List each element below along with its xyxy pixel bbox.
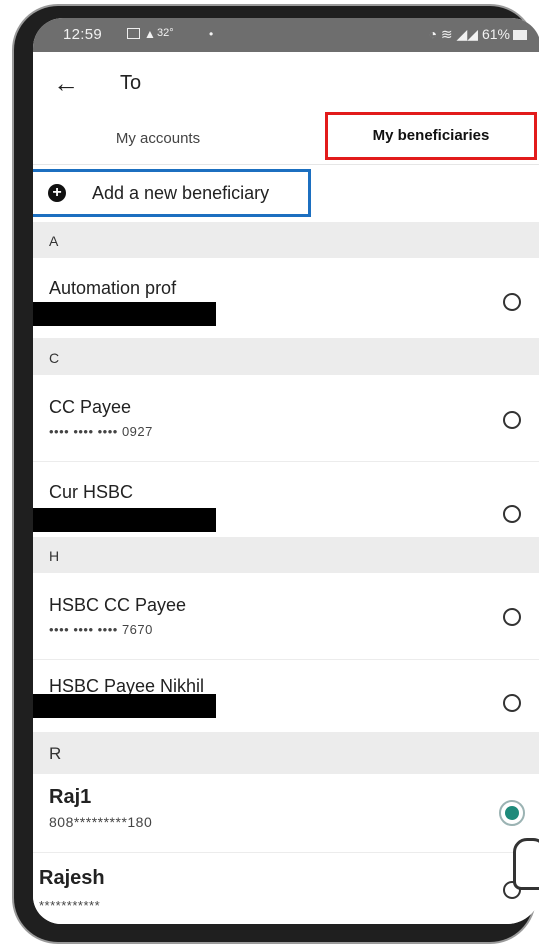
add-new-beneficiary-label: Add a new beneficiary — [92, 183, 270, 203]
tab-bar: My accounts My beneficiaries — [33, 112, 539, 165]
beneficiary-name: CC Payee — [49, 397, 132, 417]
list-item[interactable]: Automation prof — [33, 258, 539, 339]
status-temperature: 32° — [157, 27, 174, 39]
select-radio[interactable] — [503, 505, 521, 523]
beneficiary-name: Rajesh — [39, 867, 105, 889]
section-letter: R — [49, 744, 62, 763]
select-radio[interactable] — [503, 293, 521, 311]
header: ← To — [33, 52, 539, 114]
status-time: 12:59 — [63, 26, 103, 43]
beneficiary-detail: 808*********180 — [49, 814, 153, 830]
list-item[interactable]: HSBC Payee Nikhil — [33, 660, 539, 733]
tab-my-beneficiaries[interactable]: My beneficiaries — [325, 112, 537, 160]
redacted-detail — [33, 508, 216, 532]
beneficiary-name: Raj1 — [49, 786, 92, 808]
select-radio[interactable] — [503, 694, 521, 712]
redacted-detail — [33, 694, 216, 718]
section-header-h: H — [33, 537, 539, 573]
beneficiary-detail: *********** — [39, 898, 101, 913]
list-item[interactable]: Cur HSBC — [33, 462, 539, 549]
beneficiary-name: HSBC CC Payee — [49, 595, 187, 615]
plus-circle-icon: + — [48, 184, 66, 202]
beneficiary-name: Cur HSBC — [49, 482, 134, 502]
add-new-beneficiary-button[interactable]: + Add a new beneficiary — [33, 169, 311, 217]
redacted-detail — [33, 302, 216, 326]
beneficiary-detail: •••• •••• •••• 0927 — [49, 424, 153, 439]
section-header-a: A — [33, 222, 539, 258]
section-letter: C — [49, 350, 60, 366]
arrow-left-icon[interactable]: ← — [53, 68, 79, 99]
list-item[interactable]: Rajesh *********** — [33, 853, 539, 924]
beneficiary-name: Automation prof — [49, 278, 177, 298]
beneficiary-detail: •••• •••• •••• 7670 — [49, 622, 153, 637]
status-bar: 12:59 ▲ 32° • ◔ ≋ ◢◢ 61% — [33, 18, 539, 52]
select-radio-selected[interactable] — [499, 800, 525, 826]
battery-percent: 61% — [481, 26, 510, 42]
notification-icon: ▲ — [144, 27, 156, 41]
select-radio[interactable] — [503, 411, 521, 429]
tab-my-accounts[interactable]: My accounts — [43, 114, 273, 164]
screen: 12:59 ▲ 32° • ◔ ≋ ◢◢ 61% ← To My account… — [33, 18, 539, 924]
section-header-c: C — [33, 339, 539, 375]
list-item[interactable]: HSBC CC Payee •••• •••• •••• 7670 — [33, 573, 539, 660]
list-item[interactable]: Raj1 808*********180 — [33, 774, 539, 853]
wifi-signal-icon: ◔ ≋ ◢◢ — [428, 26, 482, 42]
list-item[interactable]: CC Payee •••• •••• •••• 0927 — [33, 375, 539, 462]
select-radio[interactable] — [503, 608, 521, 626]
battery-icon — [513, 30, 527, 41]
section-letter: H — [49, 548, 60, 564]
section-header-r: R — [33, 732, 539, 774]
tap-pointer-icon — [513, 838, 539, 890]
status-dot: • — [209, 27, 214, 41]
gallery-icon — [127, 28, 140, 39]
page-title: To — [120, 72, 142, 94]
status-right: ◔ ≋ ◢◢ 61% — [429, 26, 527, 43]
section-letter: A — [49, 233, 59, 249]
